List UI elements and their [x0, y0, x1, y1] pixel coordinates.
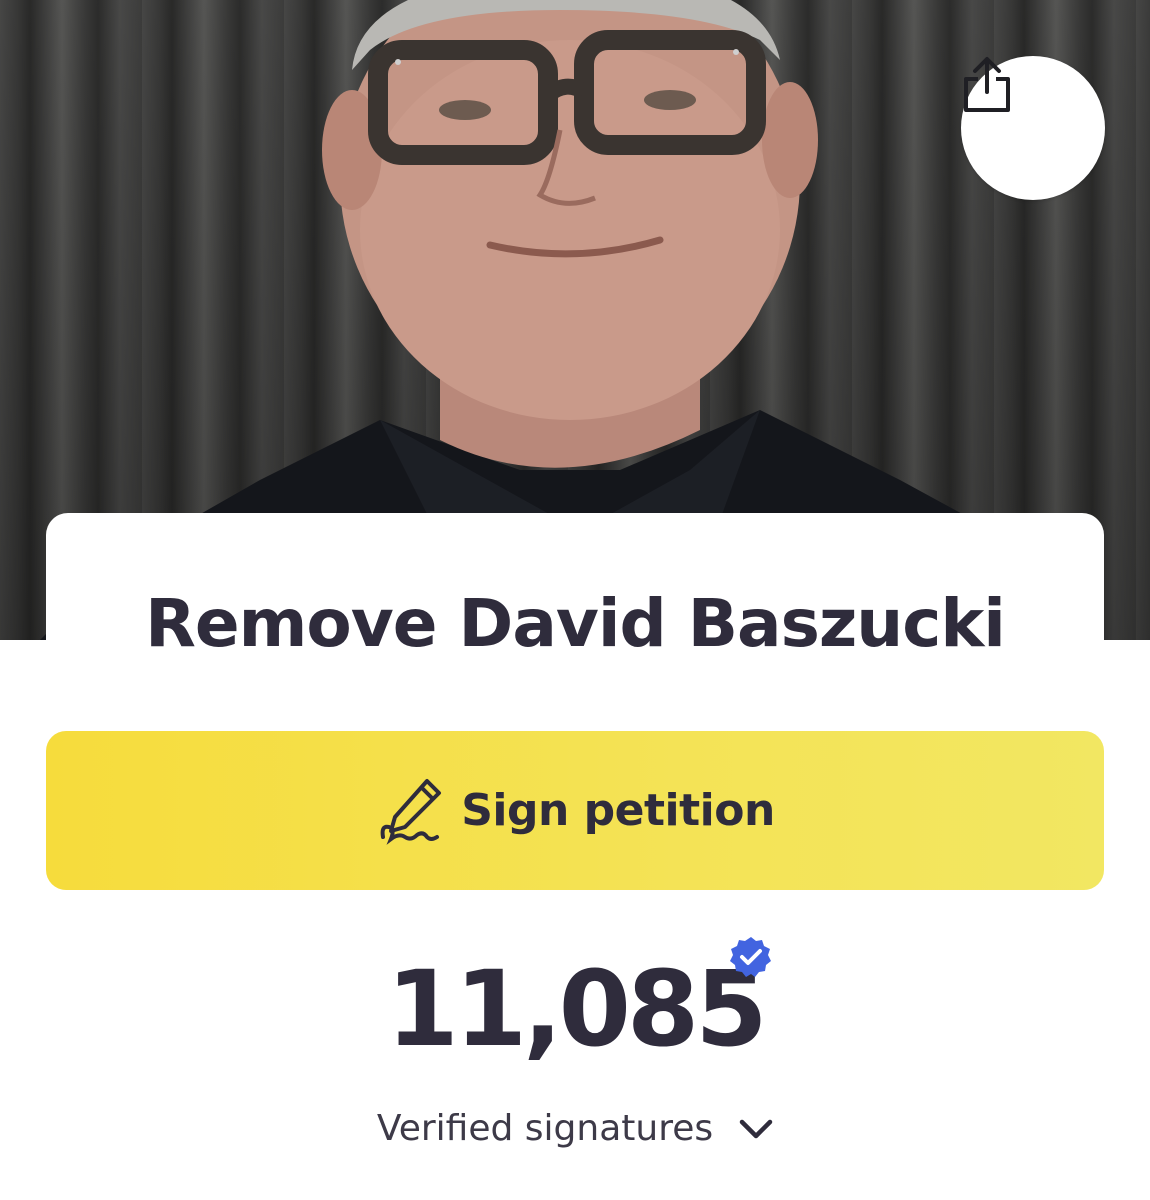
pen-signature-icon — [380, 778, 442, 845]
verified-badge-icon — [730, 937, 771, 977]
sign-petition-label: Sign petition — [461, 785, 775, 836]
verified-signatures-row[interactable]: Verified signatures — [0, 1108, 1150, 1149]
share-button[interactable] — [961, 56, 1105, 200]
petition-page: Remove David Baszucki Sign petition 11,0… — [0, 0, 1150, 1200]
petition-title: Remove David Baszucki — [145, 585, 1006, 662]
share-icon — [964, 57, 1010, 112]
signature-count: 11,085 — [386, 948, 767, 1070]
chevron-down-icon[interactable] — [739, 1118, 773, 1140]
verified-signatures-label: Verified signatures — [376, 1108, 714, 1149]
sign-petition-button[interactable]: Sign petition — [46, 731, 1104, 890]
signature-count-row: 11,085 — [0, 950, 1150, 1068]
